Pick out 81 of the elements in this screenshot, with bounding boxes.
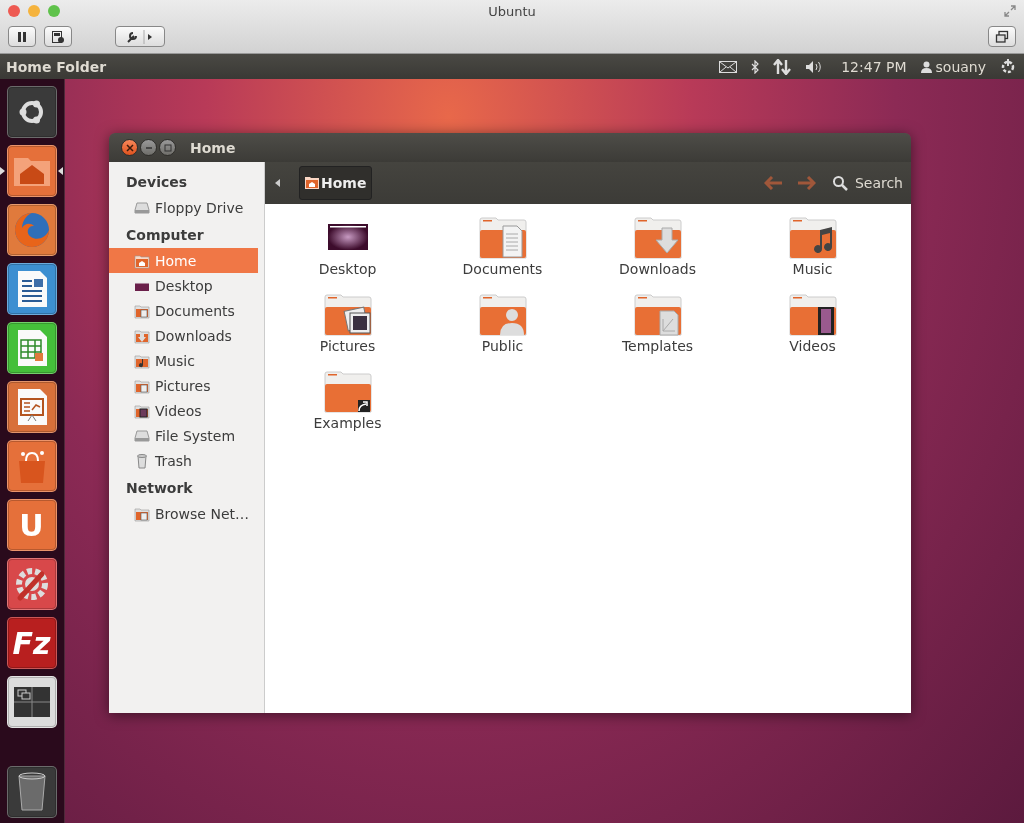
drive-icon <box>134 199 150 216</box>
sidebar-item[interactable]: Music <box>109 348 264 373</box>
maximize-button[interactable] <box>159 139 176 156</box>
folder-icon <box>134 327 150 344</box>
pause-icon <box>16 30 28 43</box>
file-name[interactable]: Videos <box>789 338 836 354</box>
music-folder-icon[interactable] <box>788 216 837 260</box>
text-document-launcher-icon[interactable] <box>6 263 57 315</box>
minimize-button[interactable] <box>140 139 157 156</box>
folder-icon <box>134 252 150 269</box>
maximize-icon <box>163 143 172 152</box>
folder-icon <box>134 352 150 369</box>
close-button[interactable] <box>121 139 138 156</box>
snapshot-icon <box>51 29 65 44</box>
sidebar-item[interactable]: File System <box>109 423 264 448</box>
network-arrows-icon[interactable] <box>773 58 792 75</box>
search-button[interactable]: Search <box>831 175 903 191</box>
close-icon <box>125 143 134 152</box>
window-title: Home <box>190 139 236 156</box>
path-button[interactable]: Home <box>299 166 373 200</box>
file-name[interactable]: Public <box>481 338 524 354</box>
pictures-folder-icon[interactable] <box>323 293 372 337</box>
sidebar-item[interactable]: Videos <box>109 398 264 423</box>
file-name[interactable]: Templates <box>621 338 694 354</box>
window-title: Ubuntu <box>488 3 536 19</box>
folder-icon <box>134 302 150 319</box>
letters-launcher-icon[interactable]: Fz <box>6 617 57 669</box>
power-icon[interactable] <box>1000 58 1016 75</box>
sidebar-item[interactable]: Trash <box>109 448 264 473</box>
bluetooth-icon[interactable] <box>751 59 760 74</box>
sidebar-item[interactable]: Floppy Drive <box>109 195 264 220</box>
shortcut-folder-icon[interactable] <box>323 370 372 414</box>
trash-launcher-icon[interactable] <box>6 766 57 818</box>
file-name[interactable]: Documents <box>462 261 543 277</box>
file-name[interactable]: Music <box>792 261 833 277</box>
clock[interactable]: 12:47 PM <box>841 58 907 75</box>
ubuntu-logo-launcher-icon[interactable] <box>6 86 57 138</box>
film-folder-icon[interactable] <box>788 293 837 337</box>
drive-icon <box>134 427 150 444</box>
document-folder-icon[interactable] <box>478 216 527 260</box>
restore-windows-button[interactable] <box>988 26 1016 47</box>
sidebar-heading: Network <box>125 479 194 498</box>
home-folder-icon <box>305 177 319 189</box>
person-icon <box>920 60 932 73</box>
mail-icon[interactable] <box>719 60 738 73</box>
sidebar-item[interactable]: Desktop <box>109 273 264 298</box>
volume-icon[interactable] <box>805 59 824 74</box>
sidebar-item[interactable]: Browse Net… <box>109 501 264 526</box>
tools-button[interactable] <box>115 26 165 47</box>
fullscreen-icon[interactable] <box>1004 5 1016 17</box>
folder-icon <box>134 402 150 419</box>
trash-icon <box>134 452 150 469</box>
scroll-left-icon[interactable] <box>275 179 281 187</box>
file-name[interactable]: Pictures <box>319 338 376 354</box>
shopping-bag-launcher-icon[interactable] <box>6 440 57 492</box>
app-title: Home Folder <box>6 58 107 75</box>
file-name[interactable]: Examples <box>313 415 382 431</box>
sidebar-heading: Devices <box>125 173 189 192</box>
download-folder-icon[interactable] <box>633 216 682 260</box>
file-name[interactable]: Downloads <box>619 261 696 277</box>
windows-icon <box>995 29 1009 44</box>
file-name[interactable]: Desktop <box>318 261 377 277</box>
snapshot-button[interactable] <box>44 26 72 47</box>
sidebar-item[interactable]: Pictures <box>109 373 264 398</box>
pause-button[interactable] <box>8 26 36 47</box>
presentation-launcher-icon[interactable] <box>6 381 57 433</box>
spreadsheet-launcher-icon[interactable] <box>6 322 57 374</box>
sidebar-item[interactable]: Downloads <box>109 323 264 348</box>
user-name[interactable]: souany <box>935 58 986 75</box>
search-icon <box>831 175 848 191</box>
folder-icon <box>134 377 150 394</box>
close-button[interactable] <box>8 5 20 17</box>
globe-launcher-icon[interactable] <box>6 204 57 256</box>
home-folder-launcher-icon[interactable] <box>6 145 57 197</box>
sidebar-heading: Computer <box>125 226 205 245</box>
template-folder-icon[interactable] <box>633 293 682 337</box>
workspaces-launcher-icon[interactable] <box>6 676 57 728</box>
folder-icon <box>134 505 150 522</box>
person-folder-icon[interactable] <box>478 293 527 337</box>
gear-wrench-launcher-icon[interactable] <box>6 558 57 610</box>
sidebar-item[interactable]: Documents <box>109 298 264 323</box>
